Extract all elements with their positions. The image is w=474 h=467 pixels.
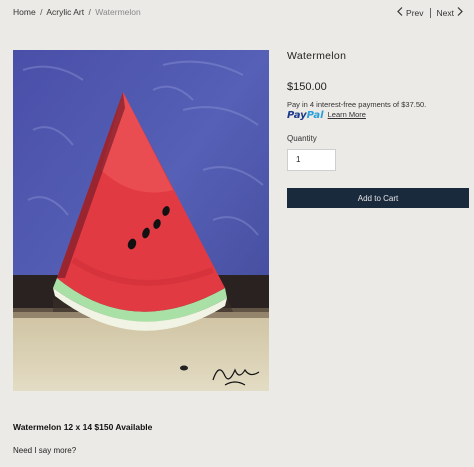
breadcrumb-current: Watermelon xyxy=(95,7,141,17)
breadcrumb-separator: / xyxy=(88,7,91,17)
chevron-left-icon xyxy=(397,7,403,19)
description-headline: Watermelon 12 x 14 $150 Available xyxy=(13,422,153,432)
next-label: Next xyxy=(436,7,454,18)
breadcrumb-separator: / xyxy=(40,7,43,17)
product-price: $150.00 xyxy=(287,81,327,93)
chevron-right-icon xyxy=(457,7,463,19)
quantity-label: Quantity xyxy=(287,134,317,143)
add-to-cart-button[interactable]: Add to Cart xyxy=(287,188,469,208)
quantity-input[interactable]: 1 xyxy=(287,149,336,171)
paypal-learn-more-link[interactable]: Learn More xyxy=(328,110,366,119)
prev-link[interactable]: Prev xyxy=(394,7,424,19)
paypal-logo: PayPal xyxy=(287,110,324,121)
next-link[interactable]: Next xyxy=(437,7,466,19)
paypal-installments: Pay in 4 interest-free payments of $37.5… xyxy=(287,100,427,121)
watermelon-painting-artwork xyxy=(13,50,269,391)
breadcrumb: Home / Acrylic Art / Watermelon xyxy=(13,7,141,17)
product-title: Watermelon xyxy=(287,50,347,62)
prev-label: Prev xyxy=(406,7,424,18)
pager-divider xyxy=(429,8,431,18)
description-body: Need I say more? xyxy=(13,446,77,455)
paypal-installments-text: Pay in 4 interest-free payments of $37.5… xyxy=(287,100,427,109)
breadcrumb-home-link[interactable]: Home xyxy=(13,7,36,17)
product-pager: Prev Next xyxy=(394,7,466,19)
product-image-watermelon-painting[interactable] xyxy=(13,50,269,391)
breadcrumb-category-link[interactable]: Acrylic Art xyxy=(46,7,84,17)
